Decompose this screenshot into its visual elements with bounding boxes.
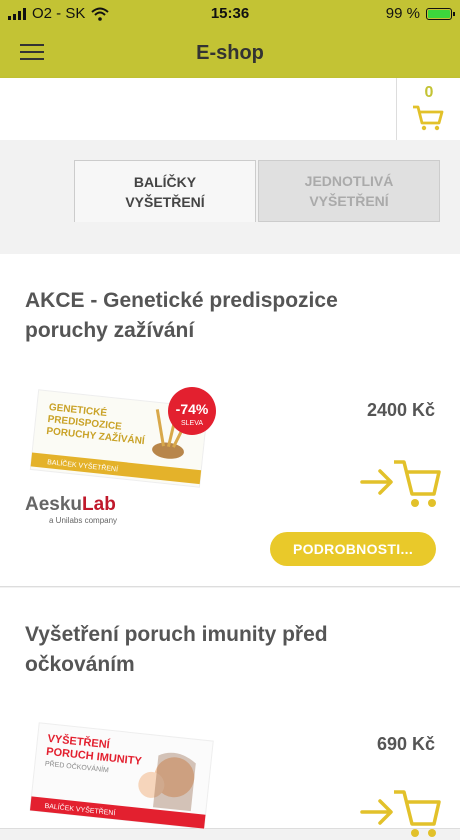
status-bar: O2 - SK 15:36 99 % bbox=[0, 0, 460, 28]
status-right: 99 % bbox=[385, 5, 455, 22]
tab-packages[interactable]: BALÍČKY VYŠETŘENÍ bbox=[74, 160, 256, 222]
product-card: Vyšetření poruch imunity před očkováním … bbox=[0, 588, 460, 837]
tab-bar: BALÍČKY VYŠETŘENÍ JEDNOTLIVÁ VYŠETŘENÍ bbox=[0, 140, 460, 223]
product-title[interactable]: AKCE - Genetické predispozice poruchy za… bbox=[25, 286, 425, 346]
details-button[interactable]: PODROBNOSTI... bbox=[270, 532, 436, 566]
brand-tagline: a Unilabs company bbox=[49, 516, 118, 525]
app-bar: E-shop bbox=[0, 28, 460, 78]
search-bar: 0 bbox=[0, 78, 460, 140]
separator bbox=[0, 222, 460, 255]
product-title[interactable]: Vyšetření poruch imunity před očkováním bbox=[25, 620, 425, 680]
brand-name-b: Lab bbox=[82, 494, 116, 515]
tab-label: VYŠETŘENÍ bbox=[125, 193, 205, 210]
tab-label: VYŠETŘENÍ bbox=[309, 193, 389, 209]
discount-label: SLEVA bbox=[181, 420, 203, 427]
battery-icon bbox=[426, 7, 455, 20]
discount-badge: -74% bbox=[176, 401, 209, 417]
add-to-cart-icon[interactable] bbox=[360, 458, 442, 510]
product-image[interactable]: VYŠETŘENÍ PORUCH IMUNITY PŘED OČKOVÁNÍM … bbox=[24, 722, 224, 832]
brand-name-a: Aesku bbox=[25, 494, 83, 515]
cart-count: 0 bbox=[424, 84, 434, 101]
product-price: 2400 Kč bbox=[366, 400, 435, 420]
product-price: 690 Kč bbox=[376, 734, 435, 754]
product-image[interactable]: GENETICKÉ PREDISPOZICE PORUCHY ZAŽÍVÁNÍ … bbox=[24, 384, 224, 494]
cart-button[interactable]: 0 bbox=[396, 78, 460, 140]
page-title: E-shop bbox=[196, 42, 264, 64]
add-to-cart-icon[interactable] bbox=[360, 788, 442, 840]
cart-icon bbox=[413, 105, 444, 131]
product-card: AKCE - Genetické predispozice poruchy za… bbox=[0, 254, 460, 587]
brand-logo: AeskuLab a Unilabs company bbox=[25, 494, 117, 525]
tab-single-tests[interactable]: JEDNOTLIVÁ VYŠETŘENÍ bbox=[258, 160, 440, 222]
search-input[interactable] bbox=[10, 88, 384, 130]
tab-label: BALÍČKY bbox=[133, 173, 197, 190]
battery-percent: 99 % bbox=[385, 5, 420, 22]
tab-label: JEDNOTLIVÁ bbox=[304, 173, 394, 189]
